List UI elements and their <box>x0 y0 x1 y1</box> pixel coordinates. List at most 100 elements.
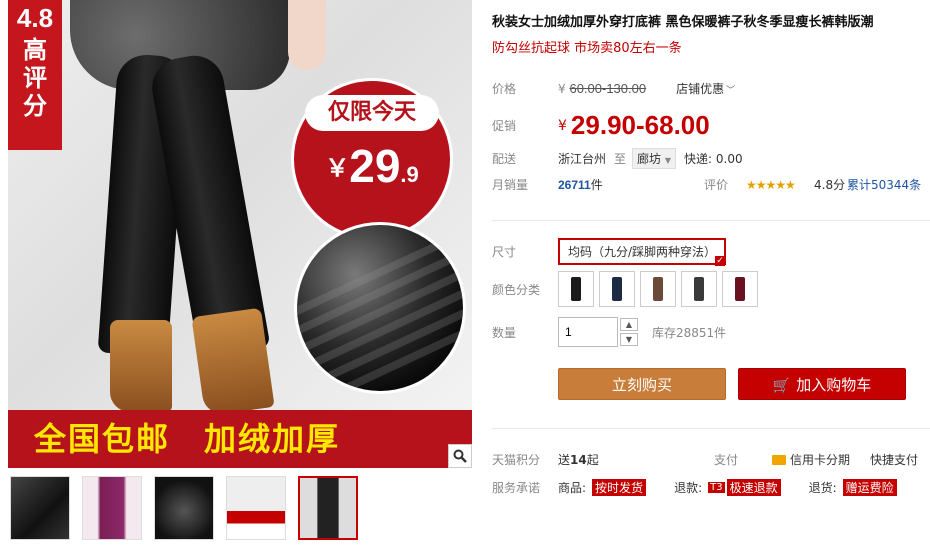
points-text: 送 <box>558 453 571 467</box>
original-currency: ¥ <box>558 82 566 96</box>
color-swatch[interactable] <box>681 271 717 307</box>
color-swatches <box>558 271 758 307</box>
promo-label: 促销 <box>492 119 517 133</box>
rating-badge: 4.8 高 评 分 <box>8 0 62 150</box>
color-row: 颜色分类 <box>492 271 758 307</box>
shipping-label: 配送 <box>492 152 517 166</box>
color-swatch[interactable] <box>558 271 594 307</box>
on-time-delivery-badge: 按时发货 <box>592 479 647 496</box>
color-swatch[interactable] <box>640 271 676 307</box>
increment-icon[interactable]: ▲ <box>620 318 638 331</box>
quantity-row: 数量 ▲ ▼ 库存28851件 <box>492 317 726 347</box>
quantity-label: 数量 <box>492 325 517 340</box>
rating-label: 评价 <box>704 178 729 192</box>
badge-char: 分 <box>23 92 47 120</box>
divider <box>492 220 930 221</box>
caret-down-icon: ▼ <box>664 156 672 165</box>
thumbnail-2[interactable] <box>82 476 142 540</box>
goods-label: 商品: <box>558 481 587 495</box>
thumbnail-3[interactable] <box>154 476 214 540</box>
quick-pay: 快捷支付 <box>870 453 919 467</box>
size-option-selected[interactable]: 均码（九分/踩脚两种穿法） <box>558 238 727 266</box>
promo-price-currency: ¥ <box>558 117 567 134</box>
buy-now-button[interactable]: 立刻购买 <box>558 368 726 400</box>
points-label: 天猫积分 <box>492 453 541 467</box>
shipping-insurance-badge: 赠运费险 <box>842 479 897 496</box>
decrement-icon[interactable]: ▼ <box>620 333 638 346</box>
promo-price-circle: 仅限今天 ￥29.9 <box>291 78 453 240</box>
quantity-stepper: ▲ ▼ <box>620 318 638 346</box>
points-value: 送14起 <box>558 451 599 468</box>
points-suffix: 起 <box>586 453 599 467</box>
promo-currency: ￥ <box>325 155 350 182</box>
divider <box>492 428 930 429</box>
points-amount: 14 <box>570 453 587 467</box>
sales-row: 月销量 26711 件 评价 ★★★★★ 4.8分 累计50344条 <box>492 176 930 193</box>
color-swatch[interactable] <box>722 271 758 307</box>
thumbnail-strip <box>10 476 358 540</box>
badge-score: 4.8 <box>16 3 54 33</box>
size-label: 尺寸 <box>492 245 517 259</box>
fast-refund-badge: 极速退款 <box>726 479 781 496</box>
thumbnail-4[interactable] <box>226 476 286 540</box>
price-label: 价格 <box>492 82 517 96</box>
main-product-image[interactable]: 4.8 高 评 分 仅限今天 ￥29.9 全国包邮 加绒加厚 <box>8 0 472 468</box>
promo-price-row: 促销 ¥ 29.90-68.00 <box>492 110 710 141</box>
destination-select[interactable]: 廊坊 ▼ <box>632 148 677 169</box>
shipping-fee: 快递: 0.00 <box>684 152 743 166</box>
credit-card-icon <box>772 454 786 465</box>
shipping-from: 浙江台州 <box>558 152 607 166</box>
promo-banner: 全国包邮 加绒加厚 <box>8 410 472 468</box>
destination-value: 廊坊 <box>637 152 662 166</box>
thumbnail-5-selected[interactable] <box>298 476 358 540</box>
monthly-sales-label: 月销量 <box>492 178 529 192</box>
service-label: 服务承诺 <box>492 481 541 495</box>
price-row: 价格 ¥ 60.00-130.00 店铺优惠 ﹀ <box>492 80 735 97</box>
original-price: ¥ 60.00-130.00 <box>558 81 646 96</box>
banner-free-shipping: 全国包邮 <box>34 420 171 458</box>
fleece-detail-circle <box>294 222 466 394</box>
monthly-sales-unit: 件 <box>590 178 603 192</box>
monthly-sales-count: 26711 <box>558 177 591 192</box>
product-title: 秋装女士加绒加厚外穿打底裤 黑色保暖裤子秋冬季显瘦长裤韩版潮 <box>492 15 874 30</box>
product-page: 4.8 高 评 分 仅限今天 ￥29.9 全国包邮 加绒加厚 秋装女士加绒加厚外… <box>0 0 930 546</box>
service-row: 服务承诺 商品: 按时发货 退款: T3 极速退款 退货: 赠运费险 <box>492 479 897 496</box>
shipping-row: 配送 浙江台州 至 廊坊 ▼ 快递: 0.00 <box>492 148 743 169</box>
rating-score: 4.8分 <box>814 178 846 192</box>
t3-badge: T3 <box>708 482 725 493</box>
product-subtitle: 防勾丝抗起球 市场卖80左右一条 <box>492 41 682 56</box>
return-label: 退货: <box>808 481 837 495</box>
zoom-icon[interactable] <box>448 444 472 468</box>
points-row: 天猫积分 送14起 支付 信用卡分期 快捷支付 <box>492 451 930 468</box>
review-count-link[interactable]: 累计50344条 <box>847 176 921 193</box>
shipping-to-word: 至 <box>614 152 627 166</box>
banner-thick-fleece: 加绒加厚 <box>204 420 341 458</box>
stock-count: 库存28851件 <box>652 325 727 340</box>
promo-price: ￥29.9 <box>294 139 450 193</box>
rating-stars-icon: ★★★★★ <box>746 177 796 192</box>
color-label: 颜色分类 <box>492 282 541 297</box>
payment-label: 支付 <box>714 453 739 467</box>
add-to-cart-button[interactable]: 🛒 加入购物车 <box>738 368 906 400</box>
store-discount-label: 店铺优惠 <box>676 82 725 96</box>
chevron-down-icon: ﹀ <box>726 86 736 96</box>
quantity-input[interactable] <box>558 317 618 347</box>
add-to-cart-label: 加入购物车 <box>796 376 872 394</box>
thumbnail-1[interactable] <box>10 476 70 540</box>
size-row: 尺寸 均码（九分/踩脚两种穿法） <box>492 238 727 266</box>
promo-price-dec: .9 <box>400 162 419 187</box>
refund-label: 退款: <box>674 481 703 495</box>
color-swatch[interactable] <box>599 271 635 307</box>
promo-price-int: 29 <box>349 140 401 192</box>
store-discount-dropdown[interactable]: 店铺优惠 ﹀ <box>676 80 735 97</box>
promo-today-label: 仅限今天 <box>305 95 439 131</box>
cart-icon: 🛒 <box>772 378 791 394</box>
badge-char: 高 <box>23 36 47 64</box>
original-price-value: 60.00-130.00 <box>569 81 647 96</box>
credit-installment: 信用卡分期 <box>790 453 851 467</box>
promo-price-value: 29.90-68.00 <box>570 110 710 140</box>
badge-char: 评 <box>23 64 47 92</box>
model-boot-right <box>191 307 275 417</box>
model-arm <box>288 0 326 70</box>
model-boot-left <box>110 320 172 412</box>
